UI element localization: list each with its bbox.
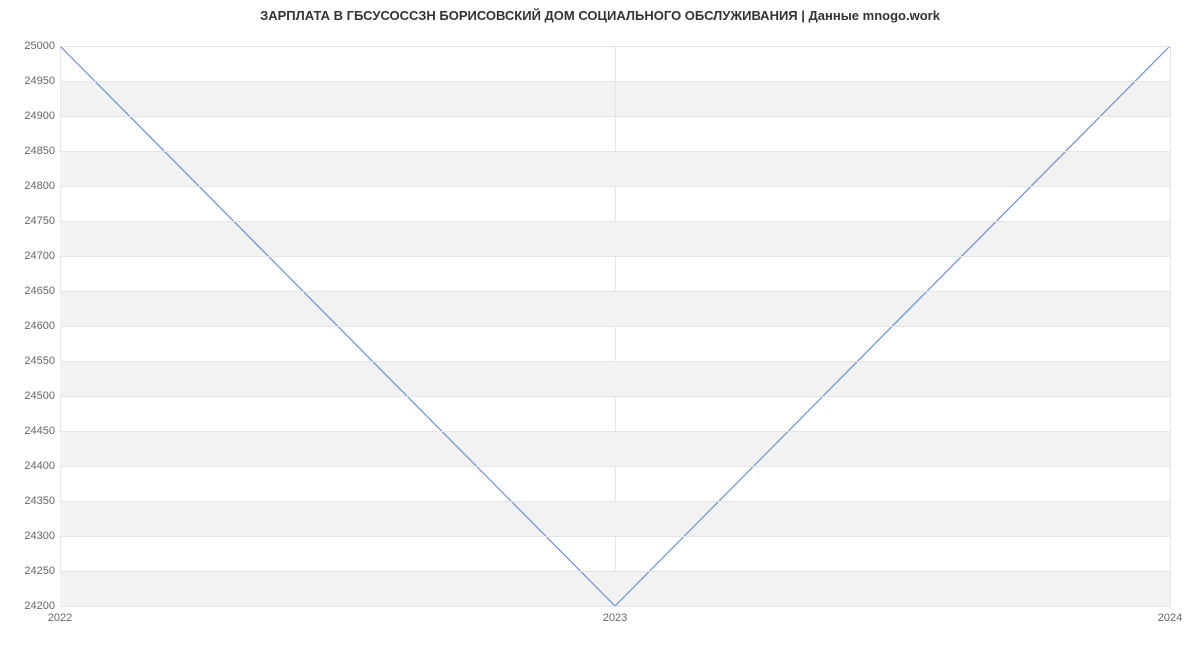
chart-container: ЗАРПЛАТА В ГБСУСОССЗН БОРИСОВСКИЙ ДОМ СО… [0, 0, 1200, 650]
y-gridline [60, 466, 1170, 467]
y-tick-label: 24550 [5, 355, 55, 367]
y-tick-label: 24350 [5, 495, 55, 507]
y-tick-label: 24450 [5, 425, 55, 437]
y-gridline [60, 536, 1170, 537]
y-gridline [60, 326, 1170, 327]
y-tick-label: 24900 [5, 110, 55, 122]
x-tick-label: 2022 [48, 612, 72, 624]
y-gridline [60, 431, 1170, 432]
y-gridline [60, 396, 1170, 397]
y-tick-label: 24700 [5, 250, 55, 262]
y-tick-label: 24800 [5, 180, 55, 192]
y-gridline [60, 151, 1170, 152]
y-gridline [60, 256, 1170, 257]
x-tick-label: 2024 [1158, 612, 1182, 624]
y-gridline [60, 361, 1170, 362]
y-tick-label: 24400 [5, 460, 55, 472]
y-tick-label: 24200 [5, 600, 55, 612]
x-tick-label: 2023 [603, 612, 627, 624]
y-gridline [60, 501, 1170, 502]
y-tick-label: 24650 [5, 285, 55, 297]
y-tick-label: 24500 [5, 390, 55, 402]
y-tick-label: 24600 [5, 320, 55, 332]
y-gridline [60, 116, 1170, 117]
y-gridline [60, 606, 1170, 607]
y-tick-label: 24300 [5, 530, 55, 542]
chart-title: ЗАРПЛАТА В ГБСУСОССЗН БОРИСОВСКИЙ ДОМ СО… [0, 8, 1200, 23]
y-tick-label: 24250 [5, 565, 55, 577]
y-gridline [60, 186, 1170, 187]
y-gridline [60, 81, 1170, 82]
plot-area [60, 46, 1170, 607]
y-tick-label: 25000 [5, 40, 55, 52]
y-tick-label: 24950 [5, 75, 55, 87]
y-gridline [60, 291, 1170, 292]
x-gridline [1170, 46, 1171, 606]
y-tick-label: 24850 [5, 145, 55, 157]
y-tick-label: 24750 [5, 215, 55, 227]
y-gridline [60, 221, 1170, 222]
y-gridline [60, 571, 1170, 572]
y-gridline [60, 46, 1170, 47]
